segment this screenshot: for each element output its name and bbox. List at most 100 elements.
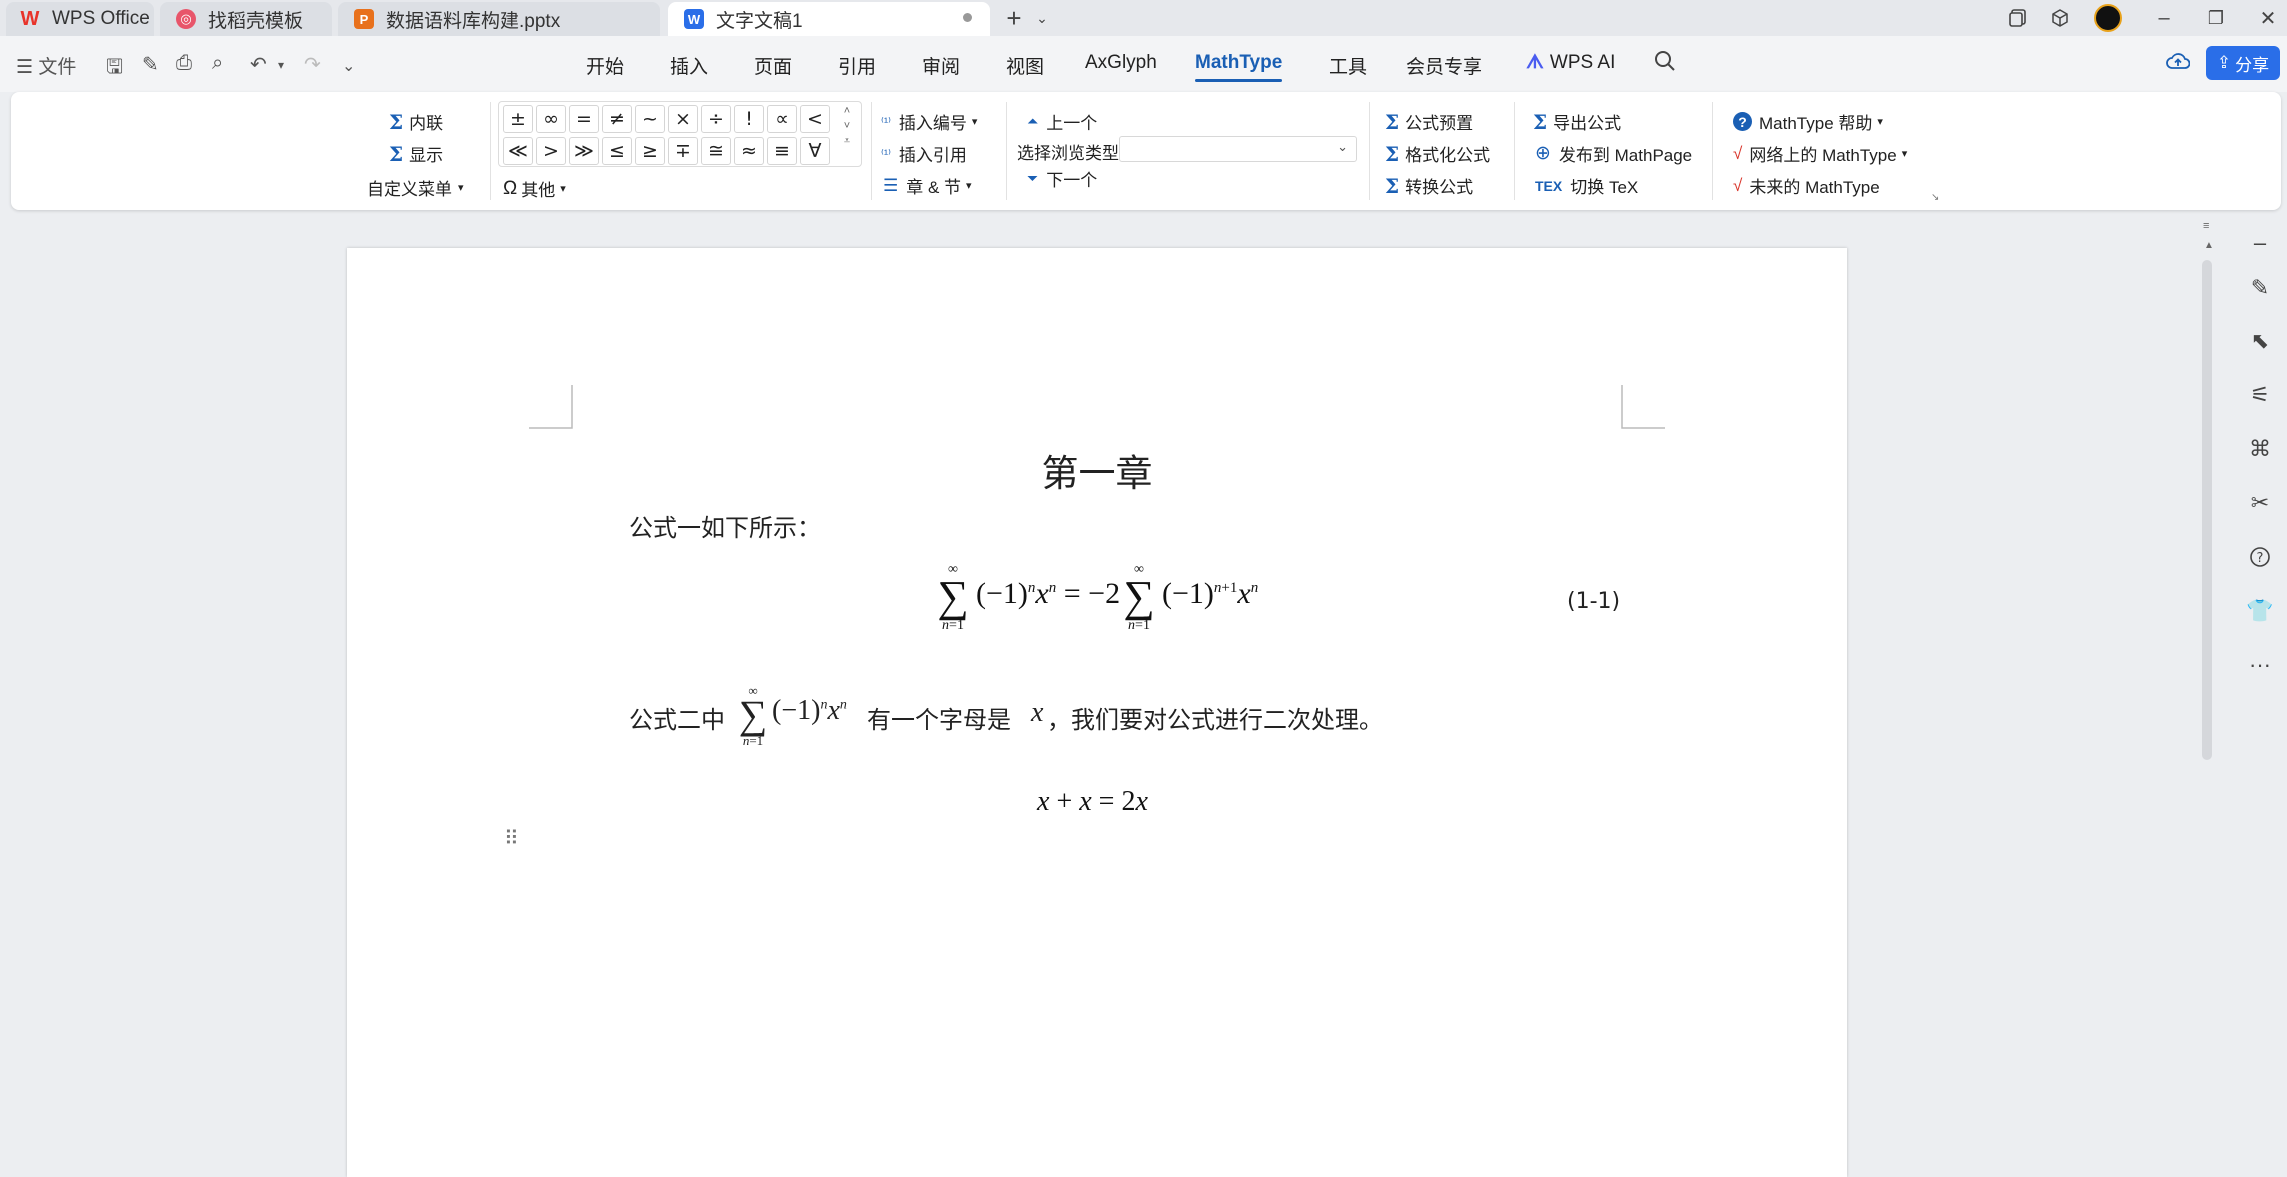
menu-member[interactable]: 会员专享 [1406, 52, 1482, 79]
menu-wps-ai[interactable]: ᗑ WPS AI [1526, 52, 1615, 74]
equation-two[interactable]: x + x = 2x [1037, 786, 1148, 818]
print-icon[interactable]: ⎙ [176, 52, 192, 75]
menu-insert[interactable]: 插入 [670, 52, 708, 79]
mathtype-help-dropdown[interactable]: ? MathType 帮助 ▾ [1733, 109, 1883, 134]
menu-mathtype[interactable]: MathType [1195, 52, 1283, 82]
symbol-approx[interactable]: ≈ [734, 137, 764, 165]
file-menu-button[interactable]: ☰ 文件 [16, 52, 76, 79]
tab-word-doc[interactable]: W 文字文稿1 [668, 2, 990, 36]
share-button[interactable]: ⇪ 分享 [2206, 46, 2280, 80]
tab-daoke-template[interactable]: ◎ 找稻壳模板 [160, 2, 332, 36]
symbol-minus-plus[interactable]: ∓ [668, 137, 698, 165]
tab-pptx-file[interactable]: P 数据语料库构建.pptx [338, 2, 660, 36]
pointer-select-icon[interactable]: ⬉ [2247, 328, 2273, 354]
tools-icon[interactable]: ✂ [2247, 490, 2273, 516]
cube-icon[interactable] [2048, 6, 2072, 30]
undo-icon[interactable]: ↶ [250, 52, 267, 77]
cloud-upload-icon[interactable] [2166, 50, 2191, 78]
share-icon: ⇪ [2216, 53, 2232, 72]
previous-button[interactable]: ⏶ 上一个 [1027, 109, 1097, 134]
menu-view[interactable]: 视图 [1006, 52, 1044, 79]
symbol-less-than[interactable]: < [800, 105, 830, 133]
display-equation-button[interactable]: Σ 显示 [389, 141, 443, 166]
new-tab-plus-icon[interactable]: + [1002, 3, 1026, 33]
print-preview-icon[interactable]: ⌕ [212, 52, 223, 75]
symbol-less-equal[interactable]: ≤ [602, 137, 632, 165]
custom-menu-dropdown[interactable]: 自定义菜单 ▾ [367, 175, 464, 200]
shirt-icon[interactable]: 👕 [2246, 598, 2273, 624]
other-symbols-dropdown[interactable]: Ω 其他 ▾ [503, 176, 566, 201]
symbol-times[interactable]: × [668, 105, 698, 133]
symbol-divide[interactable]: ÷ [701, 105, 731, 133]
format-formula-button[interactable]: Σ 格式化公式 [1385, 141, 1490, 166]
menu-review[interactable]: 审阅 [922, 52, 960, 79]
format-painter-icon[interactable]: ✎ [142, 52, 159, 77]
restore-icon[interactable]: ❐ [2204, 6, 2228, 30]
scroll-down-icon[interactable]: ˅ [837, 119, 857, 134]
adjust-settings-icon[interactable]: ⚟ [2247, 382, 2273, 408]
avatar[interactable] [2094, 4, 2122, 32]
inline-equation-button[interactable]: Σ 内联 [389, 109, 443, 134]
symbol-for-all[interactable]: ∀ [800, 137, 830, 165]
split-handle-icon[interactable]: ≡ [2203, 220, 2209, 232]
help-circle-icon[interactable]: ? [2247, 544, 2273, 570]
collapse-rail-icon[interactable]: – [2247, 230, 2273, 256]
menu-axglyph[interactable]: AxGlyph [1085, 52, 1157, 74]
symbol-not-equal[interactable]: ≠ [602, 105, 632, 133]
tab-wps-office[interactable]: W WPS Office [6, 2, 154, 36]
redo-icon[interactable]: ↷ [304, 52, 321, 77]
symbol-proportional[interactable]: ∝ [767, 105, 797, 133]
chevron-down-icon: ▾ [458, 182, 464, 194]
palette-scroll-controls[interactable]: ˄ ˅ ⩡ [837, 104, 857, 149]
symbol-tilde[interactable]: ~ [635, 105, 665, 133]
menu-page[interactable]: 页面 [754, 52, 792, 79]
symbol-factorial[interactable]: ! [734, 105, 764, 133]
tab-list-chevron-icon[interactable]: ⌄ [1030, 6, 1054, 30]
drag-handle-icon[interactable]: ⠿ [504, 826, 519, 851]
scroll-up-icon[interactable]: ˄ [837, 104, 857, 119]
minimize-icon[interactable]: – [2152, 6, 2176, 30]
menu-home[interactable]: 开始 [586, 52, 624, 79]
ribbon-expand-icon[interactable]: ↘ [1931, 192, 1939, 203]
menu-tools[interactable]: 工具 [1329, 52, 1367, 79]
inline-equation[interactable]: ∞ ∑ n=1 (−1)nxn [735, 684, 885, 765]
browse-type-select[interactable]: ⌄ [1119, 136, 1357, 162]
more-options-icon[interactable]: ··· [2247, 652, 2273, 678]
future-mathtype-button[interactable]: √ 未来的 MathType [1733, 173, 1880, 198]
close-icon[interactable]: ✕ [2256, 6, 2280, 30]
brush-icon[interactable]: ⌘ [2247, 436, 2273, 462]
symbol-much-greater[interactable]: ≫ [569, 137, 599, 165]
save-icon[interactable]: 🖫 [106, 52, 123, 86]
symbol-equals[interactable]: = [569, 105, 599, 133]
symbol-greater-equal[interactable]: ≥ [635, 137, 665, 165]
publish-mathpage-button[interactable]: ⊕ 发布到 MathPage [1535, 141, 1692, 166]
scroll-up-arrow-icon[interactable]: ▲ [2204, 240, 2214, 251]
convert-formula-button[interactable]: Σ 转换公式 [1385, 173, 1473, 198]
symbol-greater-than[interactable]: > [536, 137, 566, 165]
undo-dropdown-icon[interactable]: ▾ [278, 58, 284, 72]
pen-icon[interactable]: ✎ [2247, 275, 2273, 301]
insert-reference-button[interactable]: ⁽¹⁾ 插入引用 [881, 141, 967, 166]
expand-palette-icon[interactable]: ⩡ [837, 134, 857, 149]
search-icon[interactable] [1654, 50, 1676, 78]
window-layout-icon[interactable] [2006, 6, 2030, 30]
document-page[interactable]: 第一章 公式一如下所示： ∞ ∑ n=1 (−1)nxn = −2 ∞ ∑ n=… [347, 248, 1847, 1177]
symbol-identical[interactable]: ≡ [767, 137, 797, 165]
equation-number: (1-1) [1567, 589, 1621, 614]
next-button[interactable]: ⏷ 下一个 [1027, 166, 1097, 191]
menu-reference[interactable]: 引用 [838, 52, 876, 79]
symbol-much-less[interactable]: ≪ [503, 137, 533, 165]
symbol-congruent[interactable]: ≅ [701, 137, 731, 165]
more-quick-actions-icon[interactable]: ⌄ [342, 56, 355, 76]
toggle-tex-button[interactable]: TEX 切换 TeX [1535, 173, 1638, 198]
symbol-plus-minus[interactable]: ± [503, 105, 533, 133]
insert-number-button[interactable]: ⁽¹⁾ 插入编号 ▾ [881, 109, 977, 134]
export-formula-button[interactable]: Σ 导出公式 [1533, 109, 1621, 134]
menu-bar: ☰ 文件 🖫 ✎ ⎙ ⌕ ↶ ▾ ↷ ⌄ 开始 插入 页面 引用 审阅 视图 A… [0, 36, 2287, 92]
vertical-scrollbar-thumb[interactable] [2202, 260, 2212, 760]
preset-formula-button[interactable]: Σ 公式预置 [1385, 109, 1473, 134]
chapter-section-button[interactable]: ☰ 章 & 节 ▾ [883, 173, 972, 198]
equation-one[interactable]: ∞ ∑ n=1 (−1)nxn = −2 ∞ ∑ n=1 (−1)n+1xn [932, 563, 1632, 643]
symbol-infinity[interactable]: ∞ [536, 105, 566, 133]
online-mathtype-dropdown[interactable]: √ 网络上的 MathType ▾ [1733, 141, 1907, 166]
